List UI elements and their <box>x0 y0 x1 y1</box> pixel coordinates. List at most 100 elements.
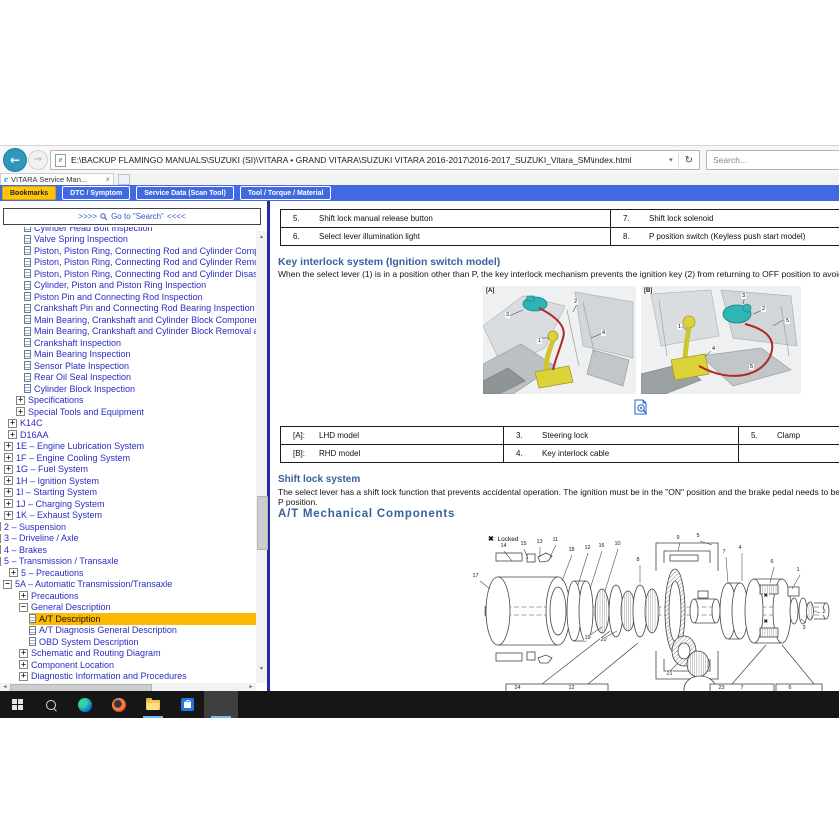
tree-item[interactable]: 5 – Transmission / Transaxle <box>0 556 256 568</box>
tree-item[interactable]: 5 – Precautions <box>9 567 256 579</box>
tree-item-icon <box>3 580 12 589</box>
tree-item[interactable]: Diagnostic Information and Procedures <box>19 671 256 683</box>
diagram-callout-number: 1 <box>796 567 800 573</box>
toolbar-button[interactable]: DTC / Symptom <box>62 186 130 200</box>
tree-item[interactable]: 1H – Ignition System <box>4 475 256 487</box>
tree-horizontal-scrollbar[interactable]: ◄ ► <box>0 683 256 691</box>
tree-item[interactable]: Cylinder, Piston and Piston Ring Inspect… <box>24 280 256 292</box>
figure-callout-number: 1 <box>537 338 542 344</box>
scroll-right-icon[interactable]: ► <box>246 683 256 691</box>
diagram-callout-number: 18 <box>568 547 575 553</box>
tree-item[interactable]: Rear Oil Seal Inspection <box>24 372 256 384</box>
diagram-legend: ✖: Locked <box>488 535 518 543</box>
tree-item[interactable]: Precautions <box>19 590 256 602</box>
search-icon <box>100 213 108 221</box>
taskbar-file-explorer-icon[interactable] <box>136 691 170 718</box>
tab-close-icon[interactable]: × <box>105 175 110 184</box>
tree-item[interactable]: 1K – Exhaust System <box>4 510 256 522</box>
item-label: Shift lock solenoid <box>649 214 713 223</box>
tree-item[interactable]: Piston Pin and Connecting Rod Inspection <box>24 291 256 303</box>
tree-item[interactable]: General Description <box>19 602 256 614</box>
enlarge-image-icon[interactable] <box>634 399 649 416</box>
taskbar-firefox-icon[interactable] <box>102 691 136 718</box>
tree-item-icon <box>24 246 31 255</box>
section-body: The select lever has a shift lock functi… <box>278 488 839 507</box>
tree-item[interactable]: Component Location <box>19 659 256 671</box>
tree-item[interactable]: K14C <box>8 418 256 430</box>
body-line: The select lever has a shift lock functi… <box>278 488 839 498</box>
windows-taskbar <box>0 691 839 718</box>
taskbar-start-icon[interactable] <box>0 691 34 718</box>
tree-item[interactable]: Valve Spring Inspection <box>24 234 256 246</box>
toolbar-button[interactable]: Service Data (Scan Tool) <box>136 186 234 200</box>
address-bar[interactable]: e E:\BACKUP FLAMINGO MANUALS\SUZUKI (SI)… <box>50 150 700 170</box>
new-tab-button[interactable] <box>118 174 130 185</box>
vertical-scroll-thumb[interactable] <box>257 496 268 550</box>
browser-search-box[interactable]: Search... <box>706 150 839 170</box>
tree-item-icon <box>29 637 36 646</box>
tree-item[interactable]: 2 – Suspension <box>0 521 256 533</box>
table-row: 5.Shift lock manual release button 7.Shi… <box>281 210 839 227</box>
taskbar-internet-explorer-icon[interactable] <box>204 691 238 718</box>
diagram-callout-number: 14 <box>500 543 507 549</box>
tree-item[interactable]: Schematic and Routing Diagram <box>19 648 256 660</box>
scroll-down-icon[interactable]: ▼ <box>256 663 267 675</box>
tree-item[interactable]: 1E – Engine Lubrication System <box>4 441 256 453</box>
item-number: 5. <box>293 214 319 223</box>
taskbar-store-icon[interactable] <box>170 691 204 718</box>
tree-item[interactable]: Special Tools and Equipment <box>16 406 256 418</box>
back-button[interactable]: ← <box>3 148 27 172</box>
tree-item-icon <box>4 511 13 520</box>
tree-item-icon <box>19 660 28 669</box>
tree-item[interactable]: 3 – Driveline / Axle <box>0 533 256 545</box>
tree-item[interactable]: Piston, Piston Ring, Connecting Rod and … <box>24 257 256 269</box>
goto-search-button[interactable]: >>>> Go to "Search" <<<< <box>3 208 261 225</box>
taskbar-edge-icon[interactable] <box>68 691 102 718</box>
tree-item-label: 5 – Transmission / Transaxle <box>4 556 119 566</box>
tree-item-icon <box>24 315 31 324</box>
tree-item[interactable]: OBD System Description <box>29 636 256 648</box>
tree-item[interactable]: Crankshaft Inspection <box>24 337 256 349</box>
tree-item-label: Schematic and Routing Diagram <box>31 648 161 658</box>
taskbar-search-icon[interactable] <box>34 691 68 718</box>
item-label: Select lever illumination light <box>319 232 420 241</box>
tree-item[interactable]: D16AA <box>8 429 256 441</box>
tree-item[interactable]: 1G – Fuel System <box>4 464 256 476</box>
tree-item[interactable]: 1I – Starting System <box>4 487 256 499</box>
tree-item[interactable]: Cylinder Block Inspection <box>24 383 256 395</box>
forward-button[interactable]: → <box>28 150 48 170</box>
tree-item-label: Cylinder Block Inspection <box>34 384 135 394</box>
tree-item[interactable]: Crankshaft Pin and Connecting Rod Bearin… <box>24 303 256 315</box>
toolbar-button[interactable]: Tool / Torque / Material <box>240 186 332 200</box>
tree-item-icon <box>4 488 13 497</box>
search-label: Go to "Search" <box>111 212 164 221</box>
refresh-icon[interactable]: ↻ <box>678 151 699 169</box>
address-dropdown-icon[interactable]: ▾ <box>664 156 678 164</box>
tree-item[interactable]: Main Bearing Inspection <box>24 349 256 361</box>
tree-item[interactable]: Piston, Piston Ring, Connecting Rod and … <box>24 245 256 257</box>
tree-item[interactable]: A/T Description <box>29 613 256 625</box>
tree-item[interactable]: 1J – Charging System <box>4 498 256 510</box>
tree-item[interactable]: A/T Diagnosis General Description <box>29 625 256 637</box>
diagram-callout-number: 15 <box>520 541 527 547</box>
tree-item-label: 1G – Fuel System <box>16 464 88 474</box>
tree-vertical-scrollbar[interactable]: ▲ ▼ <box>256 231 267 683</box>
tree-item[interactable]: Main Bearing, Crankshaft and Cylinder Bl… <box>24 314 256 326</box>
scroll-up-icon[interactable]: ▲ <box>256 231 267 243</box>
toolbar-button[interactable]: Bookmarks <box>2 186 56 200</box>
scroll-left-icon[interactable]: ◄ <box>0 683 10 691</box>
tree-item[interactable]: Sensor Plate Inspection <box>24 360 256 372</box>
tree-item-label: A/T Description <box>39 614 100 624</box>
tree-item-label: General Description <box>31 602 111 612</box>
tree-item-label: Valve Spring Inspection <box>34 234 128 244</box>
item-number: [B]: <box>293 449 319 458</box>
tree-item[interactable]: Piston, Piston Ring, Connecting Rod and … <box>24 268 256 280</box>
tree-item[interactable]: 4 – Brakes <box>0 544 256 556</box>
tree-item-icon <box>16 396 25 405</box>
tab-vitara-service-manual[interactable]: e VITARA Service Man... × <box>0 173 114 185</box>
tree-item[interactable]: Main Bearing, Crankshaft and Cylinder Bl… <box>24 326 256 338</box>
tree-item[interactable]: 1F – Engine Cooling System <box>4 452 256 464</box>
figure-callout-number: 1 <box>677 324 682 330</box>
tree-item[interactable]: Specifications <box>16 395 256 407</box>
tree-item[interactable]: 5A – Automatic Transmission/Transaxle <box>3 579 256 591</box>
